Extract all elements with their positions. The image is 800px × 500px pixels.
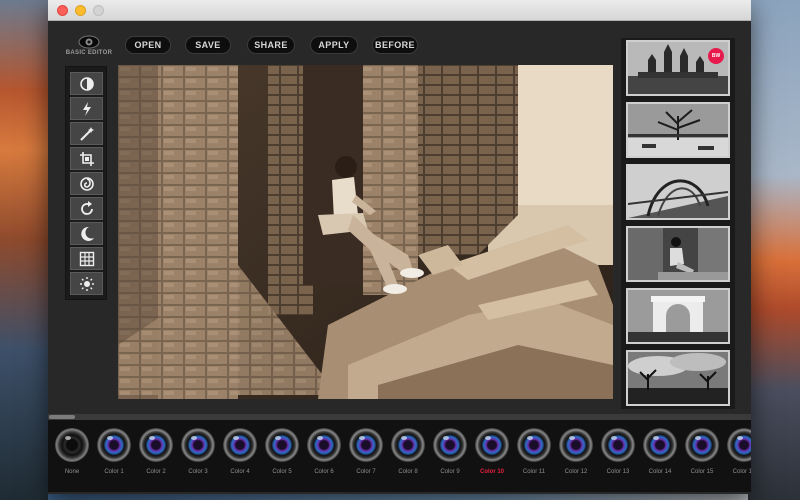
- filter-color-10[interactable]: Color 10: [471, 428, 513, 475]
- lens-icon: [97, 428, 131, 462]
- filter-label: Color 9: [440, 469, 460, 475]
- filter-label: Color 7: [356, 469, 376, 475]
- thumbnail-girl[interactable]: [626, 226, 730, 282]
- desktop-background-left: [0, 0, 48, 500]
- crop-icon: [79, 151, 94, 166]
- lens-icon: [265, 428, 299, 462]
- filter-color-13[interactable]: Color 13: [597, 428, 639, 475]
- minimize-window-button[interactable]: [75, 5, 86, 16]
- filter-color-12[interactable]: Color 12: [555, 428, 597, 475]
- moon-icon: [80, 226, 94, 241]
- filter-color-9[interactable]: Color 9: [429, 428, 471, 475]
- thumbnail-bridge[interactable]: [626, 164, 730, 220]
- thumbnail-arc[interactable]: [626, 288, 730, 344]
- zoom-window-button[interactable]: [93, 5, 104, 16]
- grid-icon: [79, 251, 94, 266]
- filter-label: Color 2: [146, 469, 166, 475]
- filter-label: Color 14: [648, 469, 672, 475]
- lens-icon: [601, 428, 635, 462]
- color-swirl-tool-button[interactable]: [70, 172, 103, 195]
- desktop-background-right: [748, 0, 800, 500]
- filter-label: Color 13: [606, 469, 630, 475]
- lens-icon: [643, 428, 677, 462]
- filter-color-8[interactable]: Color 8: [387, 428, 429, 475]
- filter-label: Color 12: [564, 469, 588, 475]
- crop-tool-button[interactable]: [70, 147, 103, 170]
- filter-label: Color 11: [522, 469, 546, 475]
- lens-icon: [349, 428, 383, 462]
- contrast-icon: [79, 76, 94, 91]
- main-photo-canvas[interactable]: [118, 65, 613, 399]
- filter-color-7[interactable]: Color 7: [345, 428, 387, 475]
- filter-label: Color 1: [104, 469, 124, 475]
- color-swirl-icon: [79, 176, 94, 191]
- filter-color-3[interactable]: Color 3: [177, 428, 219, 475]
- before-button[interactable]: BEFORE: [372, 36, 418, 54]
- lens-icon: [685, 428, 719, 462]
- tools-panel: [65, 66, 107, 300]
- close-window-button[interactable]: [57, 5, 68, 16]
- editor-content: BASIC EDITOR OPEN SAVE SHARE APPLY BEFOR…: [48, 21, 751, 494]
- lens-icon: [391, 428, 425, 462]
- share-button[interactable]: SHARE: [247, 36, 295, 54]
- filter-label: Color 15: [690, 469, 714, 475]
- filter-label: Color 3: [188, 469, 208, 475]
- filter-label: Color 6: [314, 469, 334, 475]
- lightning-tool-button[interactable]: [70, 97, 103, 120]
- filter-color-2[interactable]: Color 2: [135, 428, 177, 475]
- lens-icon: [223, 428, 257, 462]
- filter-label: None: [64, 469, 80, 475]
- filter-label: Color 4: [230, 469, 250, 475]
- title-bar: [48, 0, 751, 21]
- thumbnail-trees[interactable]: [626, 350, 730, 406]
- thumbnail-temple[interactable]: BW: [626, 40, 730, 96]
- lens-icon: [307, 428, 341, 462]
- sun-icon: [79, 276, 94, 291]
- brand-label: BASIC EDITOR: [65, 50, 113, 56]
- filter-color-15[interactable]: Color 15: [681, 428, 723, 475]
- lens-icon: [727, 428, 751, 462]
- brand: BASIC EDITOR: [58, 35, 120, 56]
- bw-badge: BW: [708, 48, 724, 64]
- lightning-icon: [82, 101, 91, 116]
- lens-icon: [517, 428, 551, 462]
- filter-label: Color 16: [732, 469, 751, 475]
- app-window: BASIC EDITOR OPEN SAVE SHARE APPLY BEFOR…: [48, 0, 751, 494]
- filter-color-4[interactable]: Color 4: [219, 428, 261, 475]
- lens-icon: [559, 428, 593, 462]
- thumbnail-park[interactable]: [626, 102, 730, 158]
- magic-wand-icon: [79, 126, 94, 141]
- moon-tool-button[interactable]: [70, 222, 103, 245]
- rotate-tool-button[interactable]: [70, 197, 103, 220]
- eye-icon: [78, 35, 100, 49]
- contrast-tool-button[interactable]: [70, 72, 103, 95]
- rotate-icon: [80, 200, 93, 215]
- thumbnail-panel: BW: [621, 38, 735, 409]
- filter-label: Color 8: [398, 469, 418, 475]
- magic-wand-tool-button[interactable]: [70, 122, 103, 145]
- open-button[interactable]: OPEN: [125, 36, 171, 54]
- save-button[interactable]: SAVE: [185, 36, 231, 54]
- sun-tool-button[interactable]: [70, 272, 103, 295]
- lens-icon: [139, 428, 173, 462]
- filter-color-16[interactable]: Color 16: [723, 428, 751, 475]
- grid-tool-button[interactable]: [70, 247, 103, 270]
- filter-none[interactable]: None: [51, 428, 93, 475]
- lens-icon: [55, 428, 89, 462]
- lens-icon: [433, 428, 467, 462]
- filter-color-11[interactable]: Color 11: [513, 428, 555, 475]
- lens-icon: [181, 428, 215, 462]
- filter-color-5[interactable]: Color 5: [261, 428, 303, 475]
- lens-icon: [475, 428, 509, 462]
- filter-strip: None Color 1 Color 2 Color 3 Color 4 Color 5 C…: [48, 420, 751, 492]
- filter-color-1[interactable]: Color 1: [93, 428, 135, 475]
- sepia-temple-photo: [118, 65, 613, 399]
- filter-label: Color 10: [479, 469, 504, 475]
- apply-button[interactable]: APPLY: [310, 36, 358, 54]
- filter-color-14[interactable]: Color 14: [639, 428, 681, 475]
- filter-label: Color 5: [272, 469, 292, 475]
- filter-scroll-thumb[interactable]: [49, 415, 75, 419]
- filter-color-6[interactable]: Color 6: [303, 428, 345, 475]
